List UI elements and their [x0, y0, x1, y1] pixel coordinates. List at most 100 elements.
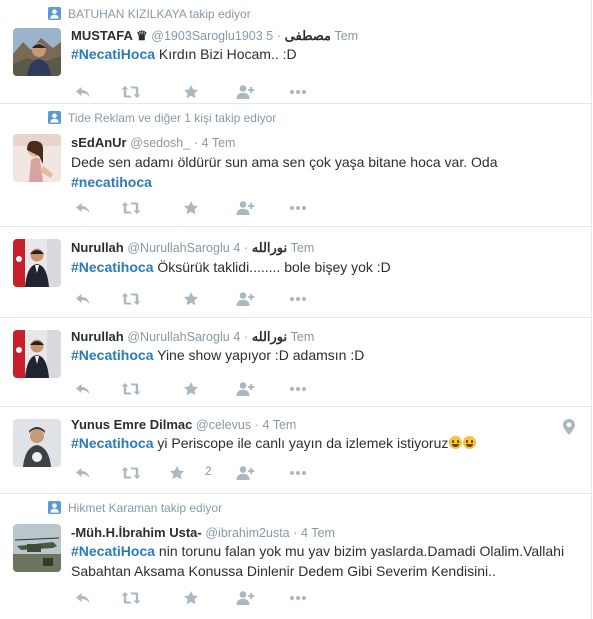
tweet-text: Dede sen adamı öldürür sun ama sen çok y… — [71, 152, 571, 192]
user-screen-name[interactable]: @ibrahim2usta — [205, 526, 289, 540]
retweet-icon[interactable] — [121, 381, 141, 397]
reply-icon[interactable] — [75, 291, 91, 307]
tweet-item[interactable]: Nurullah @NurullahSaroglu نورالله · 4 Te… — [0, 318, 591, 407]
tweet-item[interactable]: BATUHAN KIZILKAYA takip ediyor MUSTAFA ♛… — [0, 0, 591, 104]
grinning-face-emoji — [449, 436, 463, 449]
hashtag-link[interactable]: #necatihoca — [71, 174, 152, 190]
tweet-actions — [71, 200, 471, 216]
tweet-time-separator: · — [243, 330, 249, 344]
avatar[interactable] — [13, 239, 61, 287]
user-fullname[interactable]: MUSTAFA ♛ — [71, 28, 148, 43]
tweet-text-body: yi Periscope ile canlı yayın da izlemek … — [153, 435, 449, 451]
avatar[interactable] — [13, 28, 61, 76]
retweet-icon[interactable] — [121, 200, 141, 216]
tweet-text-body: Öksürük taklidi........ bole bişey yok :… — [153, 259, 391, 275]
favorite-icon[interactable] — [183, 590, 199, 606]
tweet-actions — [71, 291, 471, 307]
user-fullname[interactable]: Yunus Emre Dilmac — [71, 417, 192, 432]
tweet-text: #NecatiHoca nin torunu falan yok mu yav … — [71, 541, 586, 581]
more-icon[interactable] — [288, 465, 308, 481]
favorite-icon[interactable] — [183, 84, 199, 100]
tweet-text-body: Yine show yapıyor :D adamsın :D — [153, 347, 365, 363]
follow-context-text[interactable]: Hikmet Karaman takip ediyor — [68, 501, 222, 515]
user-screen-name[interactable]: @NurullahSaroglu — [127, 241, 229, 255]
favorite-icon[interactable] — [183, 381, 199, 397]
follow-context-text[interactable]: BATUHAN KIZILKAYA takip ediyor — [68, 7, 251, 21]
user-fullname[interactable]: -Müh.H.İbrahim Usta- — [71, 525, 202, 540]
hashtag-link[interactable]: #Necatihoca — [71, 347, 153, 363]
retweet-icon[interactable] — [121, 84, 141, 100]
follow-icon[interactable] — [235, 465, 255, 481]
user-fullname[interactable]: sEdAnUr — [71, 135, 127, 150]
reply-icon[interactable] — [75, 200, 91, 216]
person-icon — [48, 7, 61, 20]
user-fullname-arabic[interactable]: نورالله — [252, 240, 287, 255]
tweet-text: #Necatihoca Yine show yapıyor :D adamsın… — [71, 345, 571, 365]
user-fullname[interactable]: Nurullah — [71, 240, 124, 255]
retweet-count[interactable]: 2 — [205, 464, 212, 478]
tweet-text: #Necatihoca Öksürük taklidi........ bole… — [71, 257, 571, 277]
follow-context: BATUHAN KIZILKAYA takip ediyor — [48, 7, 251, 21]
favorite-icon[interactable] — [169, 465, 185, 481]
more-icon[interactable] — [288, 84, 308, 100]
user-screen-name[interactable]: @sedosh_ — [130, 136, 190, 150]
more-icon[interactable] — [288, 200, 308, 216]
user-screen-name[interactable]: @NurullahSaroglu — [127, 330, 229, 344]
hashtag-link[interactable]: #NecatiHoca — [71, 46, 155, 62]
follow-icon[interactable] — [235, 291, 255, 307]
user-fullname[interactable]: Nurullah — [71, 329, 124, 344]
more-icon[interactable] — [288, 291, 308, 307]
tweet-timestamp[interactable]: 4 Tem — [202, 136, 236, 150]
tweet-text-body: nin torunu falan yok mu yav bizim yaslar… — [155, 543, 565, 559]
tweet-item[interactable]: Tide Reklam ve diğer 1 kişi takip ediyor… — [0, 104, 591, 227]
tweet-timestamp[interactable]: 4 Tem — [263, 418, 297, 432]
reply-icon[interactable] — [75, 381, 91, 397]
user-screen-name[interactable]: @celevus — [196, 418, 251, 432]
tweet-time-separator: · — [193, 136, 198, 150]
follow-icon[interactable] — [235, 381, 255, 397]
avatar[interactable] — [13, 134, 61, 182]
retweet-icon[interactable] — [121, 465, 141, 481]
user-fullname-arabic[interactable]: نورالله — [252, 329, 287, 344]
tweet-item[interactable]: Yunus Emre Dilmac @celevus · 4 Tem #Neca… — [0, 407, 591, 494]
user-screen-name[interactable]: @1903Saroglu1903 — [151, 29, 262, 43]
more-icon[interactable] — [288, 590, 308, 606]
tweet-actions — [71, 590, 471, 606]
tweet-text-body: Dede sen adamı öldürür sun ama sen çok y… — [71, 154, 498, 170]
avatar[interactable] — [13, 524, 61, 572]
tweet-time-separator: · — [293, 526, 298, 540]
tweet-actions — [71, 84, 471, 100]
favorite-icon[interactable] — [183, 200, 199, 216]
tweet-actions — [71, 381, 471, 397]
more-icon[interactable] — [288, 381, 308, 397]
tweet-time-separator: · — [254, 418, 259, 432]
hashtag-link[interactable]: #Necatihoca — [71, 259, 153, 275]
tweet-timestamp[interactable]: 4 Tem — [301, 526, 335, 540]
retweet-icon[interactable] — [121, 590, 141, 606]
tweet-item[interactable]: Hikmet Karaman takip ediyor -Müh.H.İbrah… — [0, 494, 591, 619]
grinning-face-emoji — [463, 436, 477, 449]
user-fullname-arabic[interactable]: مصطفى — [285, 28, 331, 43]
follow-icon[interactable] — [235, 84, 255, 100]
avatar[interactable] — [13, 419, 61, 467]
follow-context: Tide Reklam ve diğer 1 kişi takip ediyor — [48, 111, 276, 125]
tweet-time-separator: · — [243, 241, 249, 255]
hashtag-link[interactable]: #Necatihoca — [71, 435, 153, 451]
follow-icon[interactable] — [235, 200, 255, 216]
retweet-icon[interactable] — [121, 291, 141, 307]
person-icon — [48, 501, 61, 514]
tweet-text-body: Kırdın Bizi Hocam.. :D — [155, 46, 297, 62]
follow-icon[interactable] — [235, 590, 255, 606]
reply-icon[interactable] — [75, 465, 91, 481]
tweet-item[interactable]: Nurullah @NurullahSaroglu نورالله · 4 Te… — [0, 227, 591, 318]
avatar[interactable] — [13, 330, 61, 378]
reply-icon[interactable] — [75, 590, 91, 606]
reply-icon[interactable] — [75, 84, 91, 100]
tweet-time-separator: · — [276, 29, 282, 43]
follow-context-text[interactable]: Tide Reklam ve diğer 1 kişi takip ediyor — [68, 111, 276, 125]
tweet-text: #NecatiHoca Kırdın Bizi Hocam.. :D — [71, 44, 571, 64]
tweet-actions: 2 — [71, 464, 471, 481]
hashtag-link[interactable]: #NecatiHoca — [71, 543, 155, 559]
favorite-icon[interactable] — [183, 291, 199, 307]
tweet-text-body: Sabahtan Aksama Konussa Dinlenir Dedem G… — [71, 563, 496, 579]
